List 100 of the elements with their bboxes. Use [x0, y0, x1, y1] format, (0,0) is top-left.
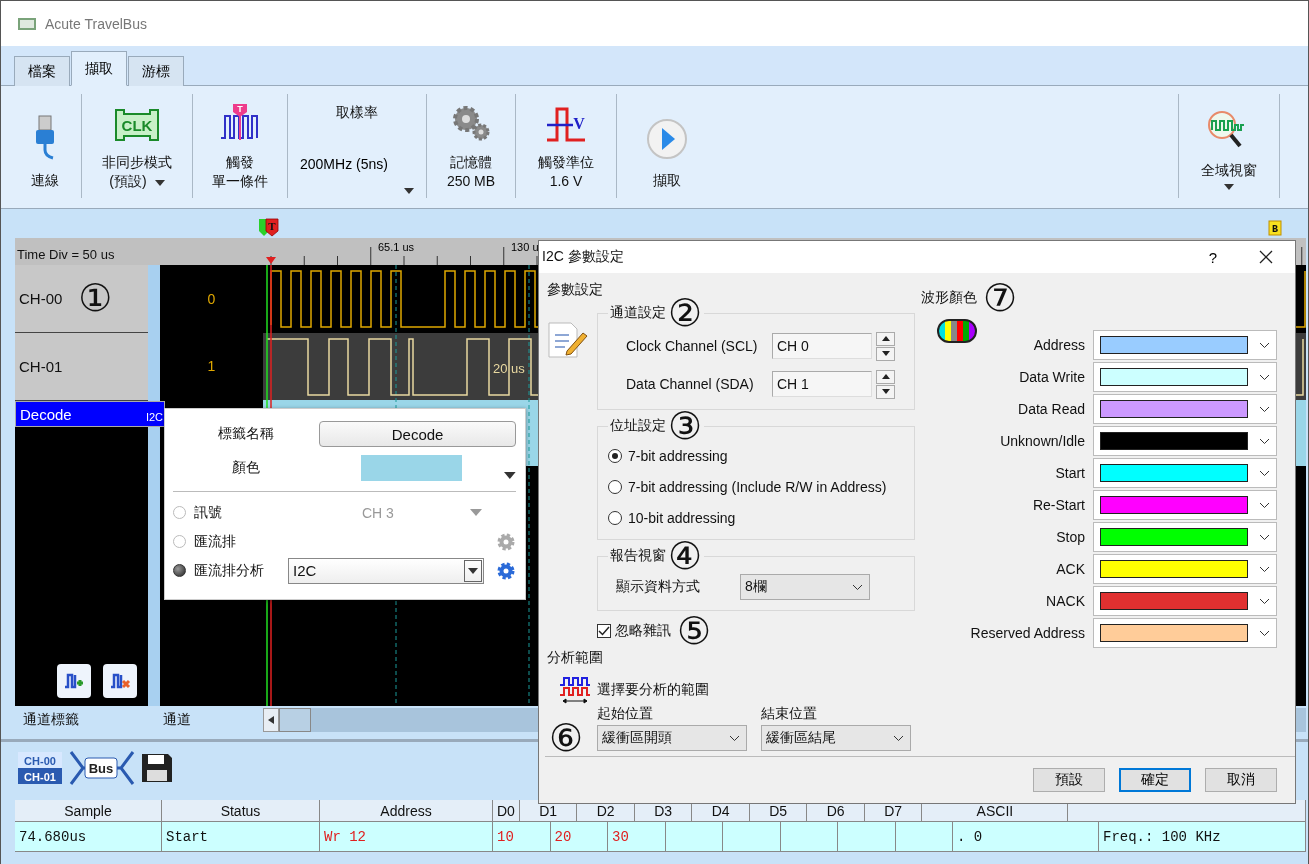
color-label: Unknown/Idle	[999, 433, 1086, 449]
color-dropdown[interactable]	[1093, 522, 1277, 552]
chevron-icon[interactable]	[1259, 501, 1270, 509]
channel-field[interactable]: CH 0	[772, 333, 872, 359]
analyzer-dropdown[interactable]: I2C	[288, 557, 484, 584]
option-label: 7-bit addressing	[628, 447, 728, 464]
radio-button[interactable]	[173, 564, 186, 577]
chevron-icon[interactable]	[1259, 629, 1270, 637]
chevron-icon[interactable]	[1259, 469, 1270, 477]
scroll-left-icon[interactable]	[268, 715, 274, 724]
up-arrow-icon	[881, 336, 890, 341]
table-cell	[723, 822, 781, 852]
channel-label-cell[interactable]: Decode I2C	[15, 401, 165, 427]
ribbon-tab[interactable]: 擷取	[71, 51, 127, 86]
column-header[interactable]: D0	[493, 800, 520, 822]
radio-button[interactable]	[173, 506, 186, 519]
dialog-title: I2C 參數設定	[542, 248, 625, 266]
play-icon[interactable]	[646, 118, 688, 160]
settings-icon[interactable]	[496, 560, 516, 581]
chevron-icon[interactable]	[1259, 565, 1270, 573]
chevron-icon[interactable]	[852, 583, 863, 591]
label-name-field[interactable]: Decode	[319, 421, 516, 447]
callout-number: ③	[668, 408, 703, 444]
cursor-flag-icon[interactable]: B	[1268, 220, 1282, 236]
ribbon-label: 觸發準位	[538, 153, 594, 172]
callout-number: ②	[668, 295, 703, 331]
remove-waveform-button[interactable]	[103, 664, 137, 698]
usb-plug-icon[interactable]	[33, 114, 57, 160]
range-waveform-icon	[559, 675, 591, 705]
field-label: 顏色	[230, 459, 261, 477]
close-icon[interactable]	[1259, 250, 1273, 264]
column-header[interactable]: Sample	[15, 800, 162, 822]
help-button[interactable]: ?	[1200, 248, 1225, 266]
option-label: 10-bit addressing	[628, 509, 736, 526]
chevron-icon[interactable]	[1259, 373, 1270, 381]
color-dropdown[interactable]	[1093, 458, 1277, 488]
radio-button[interactable]	[608, 510, 622, 525]
spin-down-button[interactable]	[876, 346, 895, 361]
add-waveform-button[interactable]	[57, 664, 91, 698]
channel-number: 1	[207, 357, 216, 374]
start-position-dropdown[interactable]: 緩衝區開頭	[597, 725, 748, 751]
color-dropdown[interactable]	[1093, 362, 1277, 392]
color-swatch[interactable]	[360, 455, 463, 481]
spin-down-button[interactable]	[876, 384, 895, 399]
color-dropdown[interactable]	[1093, 394, 1277, 424]
caret-icon[interactable]	[154, 180, 165, 186]
chevron-icon[interactable]	[729, 734, 741, 742]
color-label: Re-Start	[1031, 497, 1086, 513]
dialog-button[interactable]: 確定	[1119, 768, 1191, 792]
field-label: 起始位置	[597, 705, 655, 723]
color-dropdown[interactable]	[1093, 426, 1277, 456]
column-header[interactable]: Address	[320, 800, 493, 822]
column-header[interactable]: Status	[162, 800, 320, 822]
option-label: 7-bit addressing (Include R/W in Address)	[628, 478, 887, 495]
chevron-icon[interactable]	[1259, 437, 1270, 445]
spin-up-button[interactable]	[876, 369, 895, 384]
ribbon-tab[interactable]: 游標	[128, 56, 184, 86]
color-dropdown[interactable]	[1093, 490, 1277, 520]
end-position-dropdown[interactable]: 緩衝區結尾	[761, 725, 912, 751]
ribbon-label: 記憶體	[450, 153, 492, 172]
ribbon-label: 250 MB	[446, 172, 496, 190]
save-icon[interactable]	[141, 753, 173, 783]
down-arrow-icon	[881, 351, 890, 356]
radio-button[interactable]	[608, 448, 622, 463]
channel-label-cell[interactable]: CH-01	[15, 333, 148, 401]
dialog-button[interactable]: 取消	[1205, 768, 1277, 792]
dialog-button[interactable]: 預設	[1033, 768, 1105, 792]
sample-rate-dropdown[interactable]: 200MHz (5ns)	[300, 156, 414, 172]
radio-button[interactable]	[173, 535, 186, 548]
caret-icon[interactable]	[504, 471, 516, 479]
app-icon	[17, 16, 37, 31]
scrollbar-thumb[interactable]	[279, 707, 311, 732]
color-dropdown[interactable]	[1093, 618, 1277, 648]
spin-up-button[interactable]	[876, 331, 895, 346]
checkbox[interactable]	[597, 624, 611, 638]
clock-mode-icon[interactable]: CLK	[114, 108, 160, 142]
color-dropdown[interactable]	[1093, 586, 1277, 616]
chevron-icon[interactable]	[1259, 597, 1270, 605]
chevron-icon[interactable]	[1259, 533, 1270, 541]
caret-icon[interactable]	[1224, 184, 1234, 190]
color-dropdown[interactable]	[1093, 330, 1277, 360]
pulse-width-label: 20 us	[493, 361, 525, 376]
caret-icon[interactable]	[468, 567, 478, 574]
chevron-icon[interactable]	[1259, 405, 1270, 413]
group-title: 報告視窗	[610, 547, 666, 565]
gears-icon[interactable]	[450, 104, 492, 142]
down-arrow-icon	[881, 389, 890, 394]
radio-button[interactable]	[608, 479, 622, 494]
color-dropdown[interactable]	[1093, 554, 1277, 584]
checkbox-label: 忽略雜訊	[615, 622, 671, 640]
channel-field[interactable]: CH 1	[772, 371, 872, 397]
up-arrow-icon	[881, 374, 890, 379]
option-label: 匯流排分析	[194, 561, 265, 580]
chevron-icon[interactable]	[893, 734, 905, 742]
chevron-icon[interactable]	[1259, 341, 1270, 349]
display-mode-dropdown[interactable]: 8欄	[740, 574, 870, 600]
ribbon-tab[interactable]: 檔案	[14, 56, 70, 86]
ruler-label: 65.1 us	[377, 241, 415, 253]
caret-icon[interactable]	[404, 188, 414, 194]
channel-label-cell[interactable]: CH-00 ①	[15, 265, 148, 333]
